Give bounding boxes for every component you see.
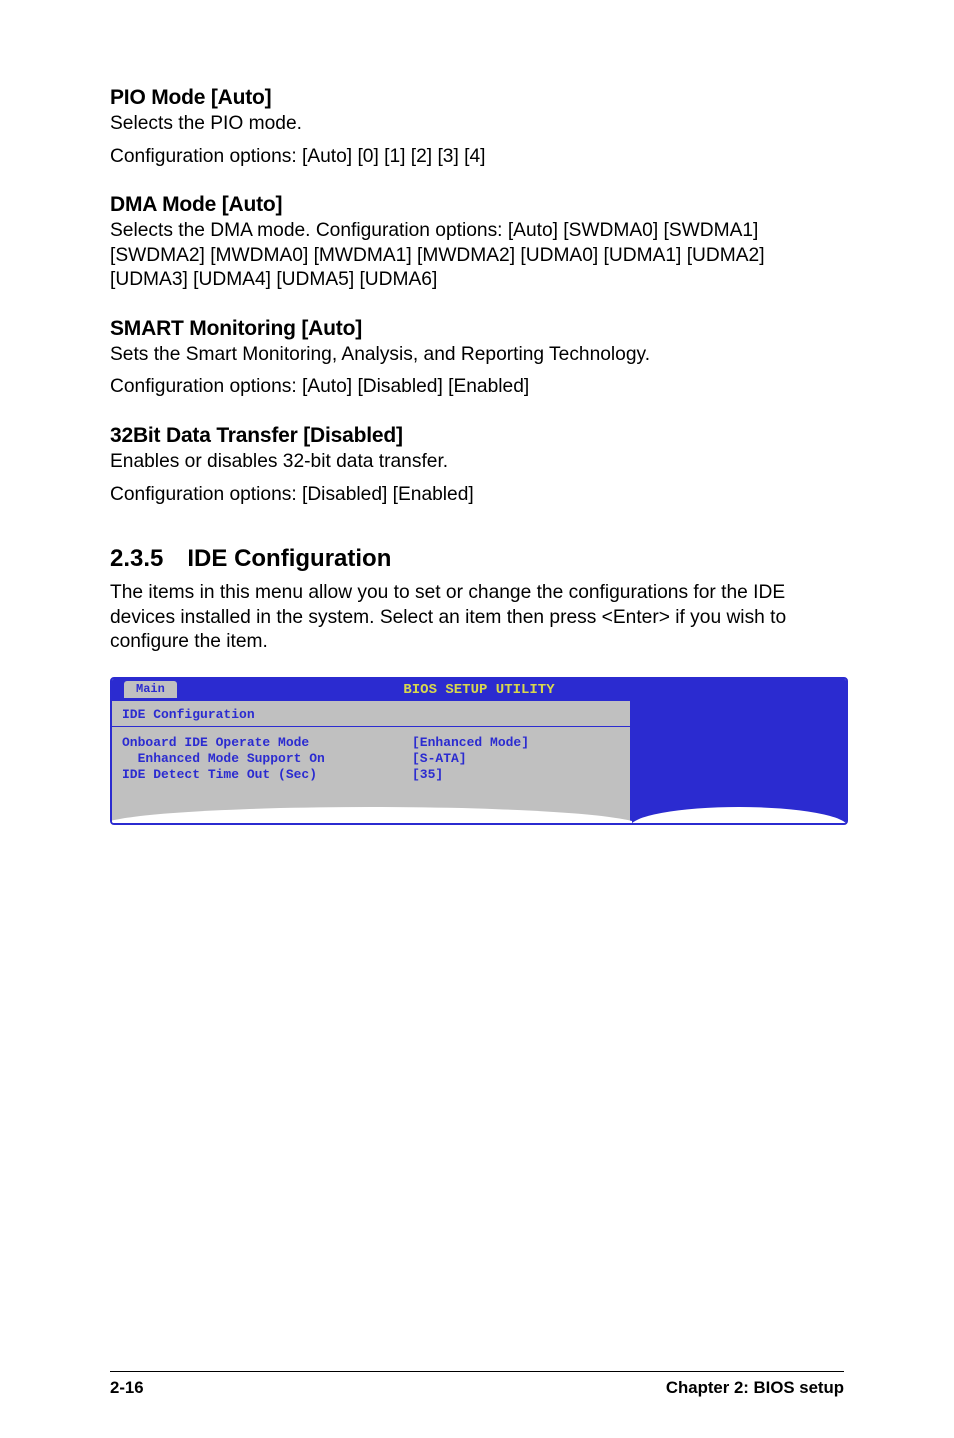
smart-monitoring-heading: SMART Monitoring [Auto]: [110, 317, 844, 341]
bios-row-value: [Enhanced Mode]: [412, 735, 529, 751]
pio-mode-heading: PIO Mode [Auto]: [110, 86, 844, 110]
dma-mode-heading: DMA Mode [Auto]: [110, 193, 844, 217]
bios-row[interactable]: IDE Detect Time Out (Sec) [35]: [122, 767, 620, 783]
page-footer: 2-16 Chapter 2: BIOS setup: [110, 1371, 844, 1398]
32bit-data-transfer-desc-1: Enables or disables 32-bit data transfer…: [110, 450, 844, 475]
smart-monitoring-desc-2: Configuration options: [Auto] [Disabled]…: [110, 375, 844, 400]
bios-left-panel: IDE Configuration Onboard IDE Operate Mo…: [112, 701, 632, 823]
bios-row-label: Onboard IDE Operate Mode: [122, 735, 412, 751]
section-heading: 2.3.5 IDE Configuration: [110, 545, 844, 573]
section-number: 2.3.5: [110, 545, 163, 573]
section-intro: The items in this menu allow you to set …: [110, 581, 844, 655]
bios-row-value: [35]: [412, 767, 443, 783]
bios-divider: [112, 726, 630, 727]
32bit-data-transfer-desc-2: Configuration options: [Disabled] [Enabl…: [110, 483, 844, 508]
section-title: IDE Configuration: [187, 545, 391, 572]
bios-row-value: [S-ATA]: [412, 751, 467, 767]
bios-row-label: Enhanced Mode Support On: [122, 751, 412, 767]
bios-title-text: BIOS SETUP UTILITY: [403, 682, 554, 698]
32bit-data-transfer-heading: 32Bit Data Transfer [Disabled]: [110, 424, 844, 448]
bios-title-bar: Main BIOS SETUP UTILITY: [112, 679, 846, 701]
pio-mode-desc-1: Selects the PIO mode.: [110, 112, 844, 137]
bios-block-title: IDE Configuration: [122, 707, 620, 726]
footer-chapter-title: Chapter 2: BIOS setup: [666, 1378, 844, 1398]
pio-mode-desc-2: Configuration options: [Auto] [0] [1] [2…: [110, 145, 844, 170]
bios-setup-window: Main BIOS SETUP UTILITY IDE Configuratio…: [110, 677, 848, 825]
smart-monitoring-desc-1: Sets the Smart Monitoring, Analysis, and…: [110, 343, 844, 368]
bios-row[interactable]: Enhanced Mode Support On [S-ATA]: [122, 751, 620, 767]
dma-mode-desc: Selects the DMA mode. Configuration opti…: [110, 219, 844, 293]
bios-right-panel: [632, 701, 846, 823]
footer-page-number: 2-16: [110, 1378, 144, 1398]
bios-body: IDE Configuration Onboard IDE Operate Mo…: [112, 701, 846, 823]
bios-row[interactable]: Onboard IDE Operate Mode [Enhanced Mode]: [122, 735, 620, 751]
bios-row-label: IDE Detect Time Out (Sec): [122, 767, 412, 783]
bios-tab-main[interactable]: Main: [124, 681, 177, 698]
